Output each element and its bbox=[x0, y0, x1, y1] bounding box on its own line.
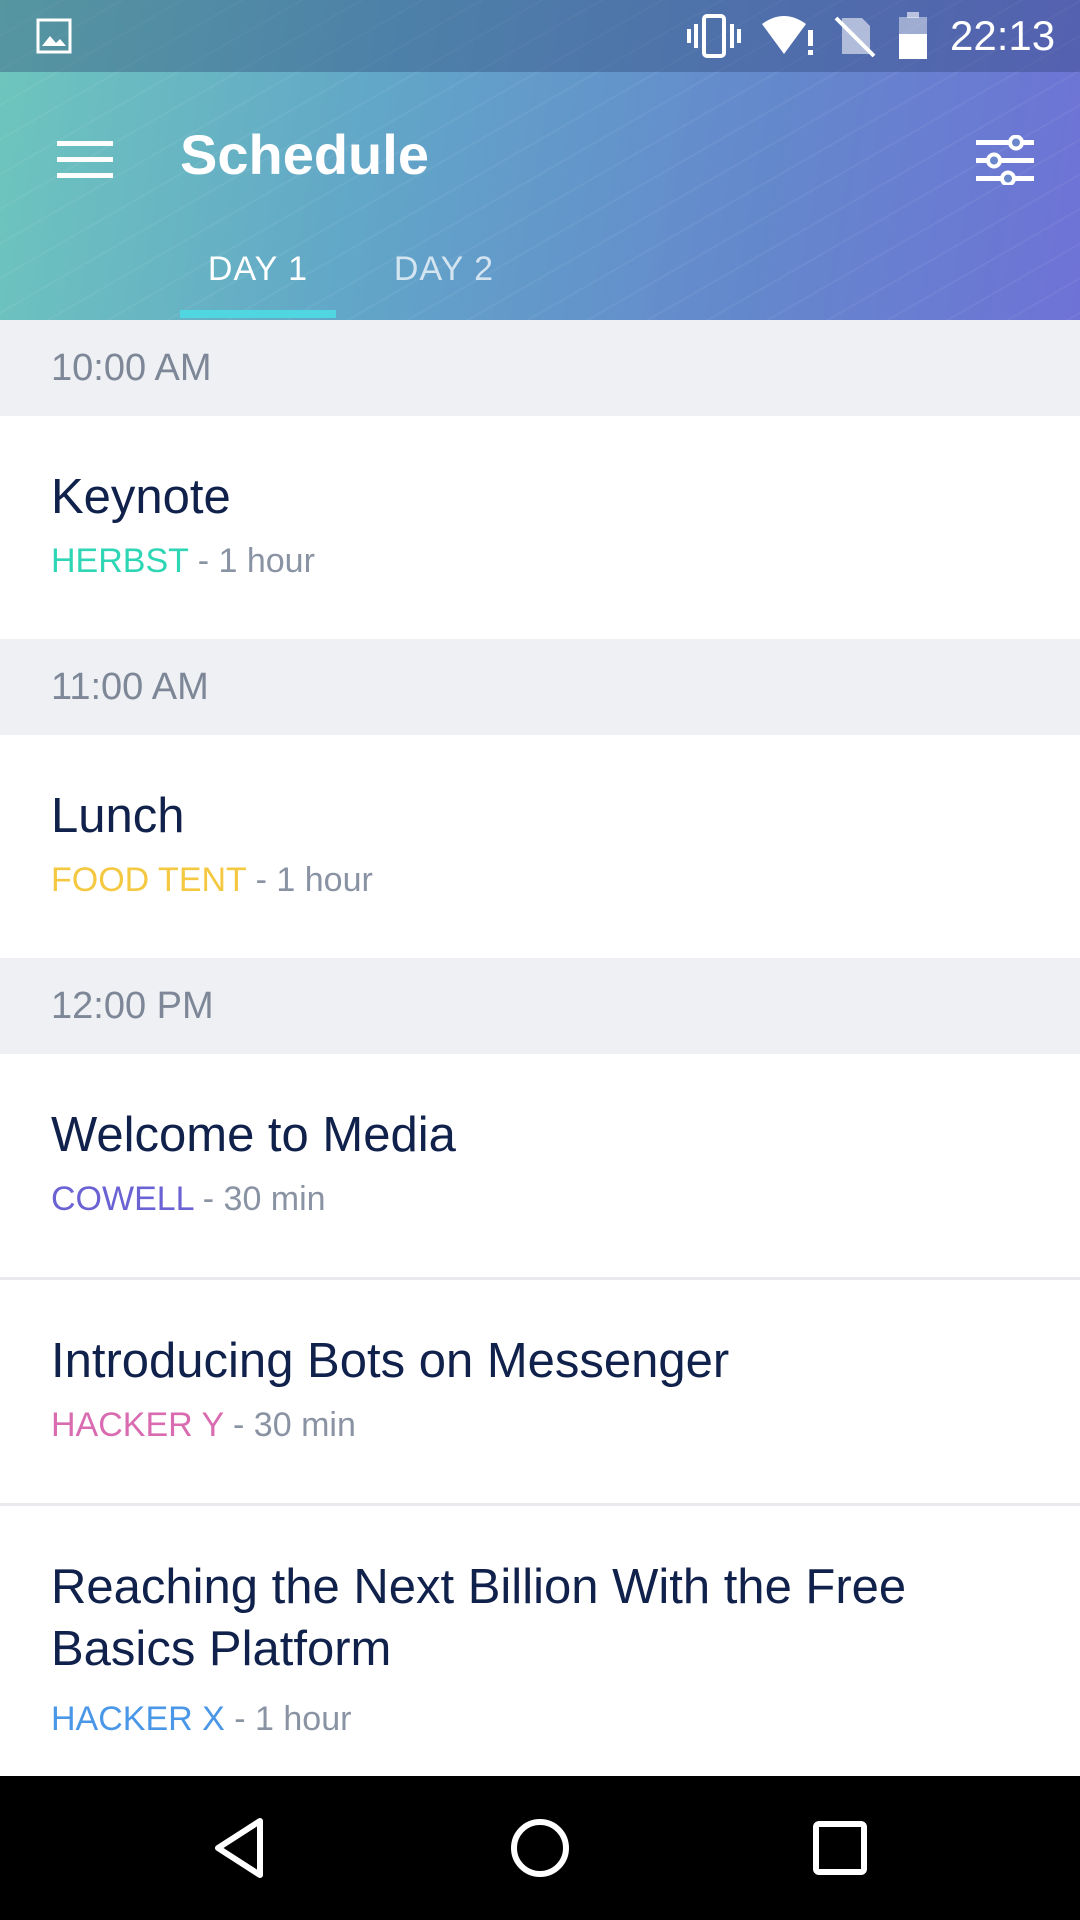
event-meta: HACKER X - 1 hour bbox=[51, 1700, 960, 1739]
clock: 22:13 bbox=[950, 12, 1056, 59]
status-bar: 22:13 bbox=[0, 0, 1080, 72]
hamburger-menu-icon[interactable] bbox=[50, 130, 120, 190]
event-venue: COWELL bbox=[51, 1180, 194, 1218]
filter-sliders-icon[interactable] bbox=[970, 128, 1040, 192]
schedule-list: 10:00 AM Keynote HERBST - 1 hour 11:00 A… bbox=[0, 320, 1080, 1796]
list-item[interactable]: Keynote HERBST - 1 hour bbox=[0, 416, 1080, 639]
time-slot-header: 11:00 AM bbox=[0, 639, 1080, 735]
event-meta: COWELL - 30 min bbox=[51, 1180, 1080, 1219]
tab-indicator bbox=[180, 310, 336, 318]
vibrate-icon bbox=[686, 0, 742, 72]
event-venue: HACKER Y bbox=[51, 1406, 224, 1444]
event-duration: - 1 hour bbox=[188, 542, 315, 580]
event-meta: HACKER Y - 30 min bbox=[51, 1406, 1080, 1445]
home-icon[interactable] bbox=[500, 1808, 580, 1888]
event-title: Introducing Bots on Messenger bbox=[51, 1334, 730, 1388]
tab-day-2[interactable]: DAY 2 bbox=[366, 250, 522, 320]
list-item[interactable]: Introducing Bots on Messenger HACKER Y -… bbox=[0, 1280, 1080, 1503]
event-title: Welcome to Media bbox=[51, 1108, 456, 1162]
image-icon bbox=[36, 0, 72, 72]
page-title: Schedule bbox=[180, 123, 429, 186]
event-title: Keynote bbox=[51, 470, 231, 524]
event-title: Lunch bbox=[51, 789, 185, 843]
event-duration: - 1 hour bbox=[224, 1700, 352, 1738]
time-slot-header: 10:00 AM bbox=[0, 320, 1080, 416]
event-duration: - 30 min bbox=[223, 1406, 356, 1444]
event-title: Reaching the Next Billion With the Free … bbox=[51, 1560, 907, 1676]
list-item[interactable]: Reaching the Next Billion With the Free … bbox=[0, 1506, 1080, 1796]
event-duration: - 1 hour bbox=[246, 861, 373, 899]
event-meta: HERBST - 1 hour bbox=[51, 542, 1080, 581]
back-icon[interactable] bbox=[200, 1808, 280, 1888]
event-duration: - 30 min bbox=[193, 1180, 326, 1218]
system-nav-bar bbox=[0, 1776, 1080, 1920]
time-slot-header: 12:00 PM bbox=[0, 958, 1080, 1054]
event-venue: FOOD TENT bbox=[51, 861, 247, 899]
no-sim-icon bbox=[834, 0, 876, 72]
list-item[interactable]: Welcome to Media COWELL - 30 min bbox=[0, 1054, 1080, 1277]
event-venue: HACKER X bbox=[51, 1700, 225, 1738]
app-header: 22:13 Schedule DAY 1 DAY 2 bbox=[0, 0, 1080, 320]
wifi-alert-icon bbox=[760, 0, 816, 72]
event-meta: FOOD TENT - 1 hour bbox=[51, 861, 1080, 900]
event-venue: HERBST bbox=[51, 542, 189, 580]
list-item[interactable]: Lunch FOOD TENT - 1 hour bbox=[0, 735, 1080, 958]
recents-icon[interactable] bbox=[800, 1808, 880, 1888]
battery-icon bbox=[898, 0, 928, 72]
